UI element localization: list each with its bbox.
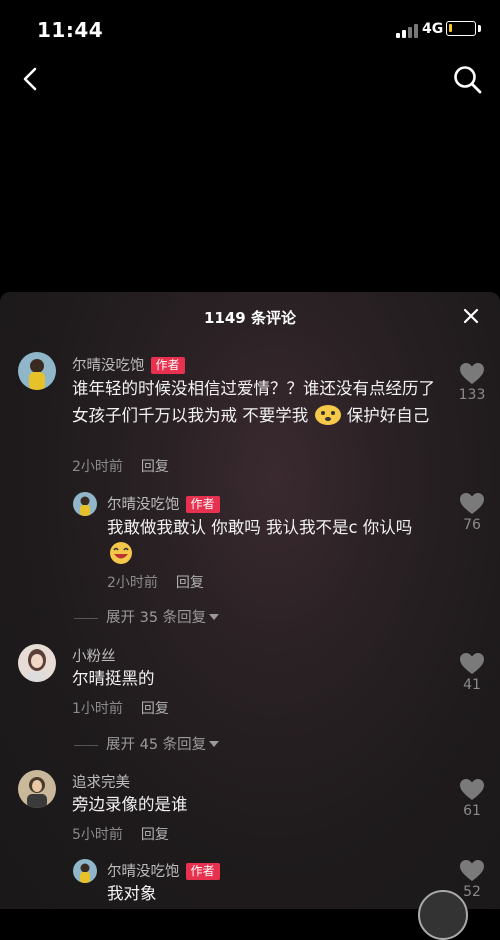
like-button[interactable]: 76 <box>457 492 487 533</box>
battery-icon <box>446 21 476 36</box>
heart-icon <box>460 363 484 384</box>
author-badge: 作者 <box>185 863 220 880</box>
comment-text: 谁年轻的时候没相信过爱情？？谁还没有点经历了 女孩子们千万以我为戒 不要学我 保… <box>72 379 435 425</box>
avatar[interactable] <box>18 770 56 808</box>
comment-text: 尔晴挺黑的 <box>72 669 155 688</box>
comment-meta: 1小时前 回复 <box>72 698 169 718</box>
comment-count-title: 1149 条评论 <box>204 309 296 327</box>
status-bar: 11:44 4G <box>0 0 500 58</box>
like-button[interactable]: 52 <box>457 859 487 900</box>
comment-meta: 2小时前 回复 <box>107 572 204 592</box>
divider-line <box>74 744 98 746</box>
like-count: 133 <box>458 387 486 403</box>
comment-username[interactable]: 小粉丝 <box>72 645 116 666</box>
comment-time: 1小时前 <box>72 701 123 717</box>
like-count: 41 <box>463 677 481 693</box>
like-button[interactable]: 41 <box>457 652 487 693</box>
reply-button[interactable]: 回复 <box>141 701 169 717</box>
heart-icon <box>460 493 484 514</box>
caret-down-icon <box>209 741 220 747</box>
comment-text: 我敢做我敢认 你敢吗 我认我不是c 你认吗 <box>107 515 447 568</box>
grinning-face-emoji <box>110 542 132 564</box>
comment-username[interactable]: 尔晴没吃饱 作者 <box>107 493 220 514</box>
search-button[interactable] <box>450 62 486 98</box>
caret-down-icon <box>209 614 220 620</box>
comment-meta: 2小时前 回复 <box>72 456 169 476</box>
heart-icon <box>460 653 484 674</box>
close-button[interactable] <box>460 305 482 327</box>
comment-time: 2小时前 <box>72 459 123 475</box>
like-count: 61 <box>463 803 481 819</box>
close-icon <box>463 308 479 324</box>
like-button[interactable]: 133 <box>457 362 487 403</box>
crying-face-emoji <box>314 405 341 425</box>
heart-icon <box>460 779 484 800</box>
comment-username[interactable]: 追求完美 <box>72 771 130 792</box>
avatar[interactable] <box>18 644 56 682</box>
reply-button[interactable]: 回复 <box>141 827 169 843</box>
comment-time: 2小时前 <box>107 575 158 591</box>
search-icon <box>454 66 482 94</box>
chevron-left-icon <box>23 67 37 91</box>
author-badge: 作者 <box>150 357 185 374</box>
comment-text: 我对象 <box>107 884 157 903</box>
network-type: 4G <box>422 21 444 37</box>
like-button[interactable]: 61 <box>457 778 487 819</box>
floating-action-button[interactable] <box>418 890 468 940</box>
heart-icon <box>460 860 484 881</box>
signal-icon <box>396 22 418 38</box>
avatar[interactable] <box>18 352 56 390</box>
divider-line <box>74 617 98 619</box>
comment-username[interactable]: 尔晴没吃饱 作者 <box>107 860 220 881</box>
like-count: 76 <box>463 517 481 533</box>
back-button[interactable] <box>14 62 48 96</box>
author-badge: 作者 <box>185 496 220 513</box>
comment-sheet: 1149 条评论 尔晴没吃饱 作者 谁年轻的时候没相信过爱情？？谁还没有点经历了 … <box>0 292 500 909</box>
avatar[interactable] <box>73 492 97 516</box>
expand-replies[interactable]: 展开 35 条回复 <box>74 606 220 627</box>
expand-replies[interactable]: 展开 45 条回复 <box>74 733 220 754</box>
reply-button[interactable]: 回复 <box>141 459 169 475</box>
comment-time: 5小时前 <box>72 827 123 843</box>
battery-tip <box>478 25 481 32</box>
comment-meta: 5小时前 回复 <box>72 824 169 844</box>
reply-button[interactable]: 回复 <box>176 575 204 591</box>
comment-username[interactable]: 尔晴没吃饱 作者 <box>72 354 185 375</box>
avatar[interactable] <box>73 859 97 883</box>
status-time: 11:44 <box>37 18 104 42</box>
comment-text: 旁边录像的是谁 <box>72 795 188 814</box>
